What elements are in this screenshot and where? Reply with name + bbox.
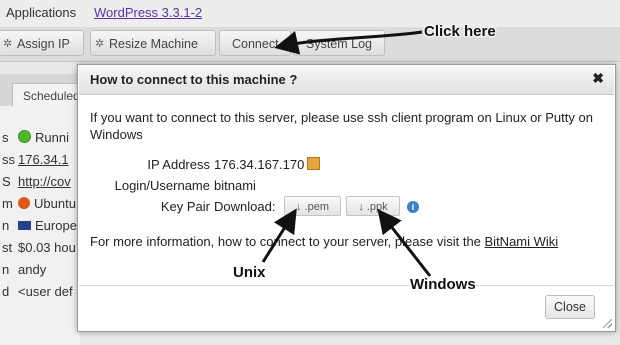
owner-value: andy <box>18 262 47 277</box>
dialog-header: How to connect to this machine ? ✖ <box>79 66 614 95</box>
system-log-label: System Log <box>306 37 373 51</box>
info-icon[interactable]: i <box>407 201 419 213</box>
machine-details-panel: s Runni ss 176.34.1 S http://cov m Ubunt… <box>0 106 80 345</box>
os-value: Ubuntu <box>34 196 76 211</box>
detail-row-description: d <user def <box>0 284 80 306</box>
gear-icon: ✲ <box>95 38 105 50</box>
detail-row-image: m Ubuntu <box>0 196 80 218</box>
dialog-intro-text: If you want to connect to this server, p… <box>90 110 593 142</box>
connect-button[interactable]: Connect <box>219 30 291 56</box>
connect-label: Connect <box>232 37 279 51</box>
copy-icon[interactable] <box>307 157 321 170</box>
assign-ip-button[interactable]: ✲ Assign IP <box>0 30 84 56</box>
download-label: Download: <box>214 199 276 214</box>
detail-key: n <box>2 262 10 277</box>
more-info-text: For more information, how to connect to … <box>90 234 602 250</box>
machine-toolbar: ✲ Assign IP ✲ Resize Machine Connect Sys… <box>0 27 620 62</box>
ip-address-label: IP Address <box>147 157 210 172</box>
close-icon[interactable]: ✖ <box>592 70 604 87</box>
description-value: <user def <box>18 284 73 299</box>
detail-row-ip: ss 176.34.1 <box>0 152 80 174</box>
download-ppk-label: .ppk <box>366 201 388 213</box>
dns-link[interactable]: http://cov <box>18 174 71 189</box>
status-value: Runni <box>35 130 69 145</box>
unix-annotation: Unix <box>233 264 266 281</box>
download-arrow-icon: ↓ <box>295 201 302 213</box>
detail-key: ss <box>2 152 15 167</box>
assign-ip-label: Assign IP <box>17 37 70 51</box>
detail-row-owner: n andy <box>0 262 80 284</box>
detail-key: n <box>2 218 10 233</box>
detail-key: S <box>2 174 11 189</box>
cost-value: $0.03 hou <box>18 240 76 255</box>
windows-annotation: Windows <box>410 276 476 293</box>
system-log-button[interactable]: System Log <box>293 30 385 56</box>
ip-address-value: 176.34.167.170 <box>214 157 305 172</box>
eu-flag-icon <box>18 221 31 230</box>
resize-machine-button[interactable]: ✲ Resize Machine <box>90 30 216 56</box>
ip-address-value-group: 176.34.167.170 <box>214 157 321 172</box>
login-value: bitnami <box>214 178 256 193</box>
detail-row-cost: st $0.03 hou <box>0 240 80 262</box>
region-value: Europe <box>35 218 77 233</box>
download-pem-button[interactable]: ↓ .pem <box>284 196 341 216</box>
detail-key: d <box>2 284 10 299</box>
detail-key: m <box>2 196 13 211</box>
close-button[interactable]: Close <box>545 295 595 319</box>
ip-link[interactable]: 176.34.1 <box>18 152 69 167</box>
wordpress-app-link[interactable]: WordPress 3.3.1-2 <box>94 5 202 20</box>
login-label: Login/Username <box>114 178 210 193</box>
detail-row-region: n Europe <box>0 218 80 240</box>
dialog-title: How to connect to this machine ? <box>90 72 298 87</box>
top-header: Applications WordPress 3.3.1-2 <box>0 0 620 27</box>
resize-handle-icon[interactable] <box>603 319 612 328</box>
resize-machine-label: Resize Machine <box>109 37 198 51</box>
click-here-annotation: Click here <box>424 23 496 40</box>
detail-key: st <box>2 240 13 255</box>
more-info-prefix: For more information, how to connect to … <box>90 234 485 249</box>
gear-icon: ✲ <box>3 38 13 50</box>
download-ppk-button[interactable]: ↓ .ppk <box>346 196 400 216</box>
dialog-footer-divider <box>79 285 614 286</box>
detail-key: s <box>2 130 9 145</box>
detail-row-status: s Runni <box>0 130 80 152</box>
bitnami-wiki-link[interactable]: BitNami Wiki <box>485 234 559 249</box>
detail-row-dns: S http://cov <box>0 174 80 196</box>
download-arrow-icon: ↓ <box>358 201 364 213</box>
ubuntu-icon <box>18 197 30 209</box>
applications-label: Applications <box>6 5 77 20</box>
status-running-icon <box>18 130 31 143</box>
download-pem-label: .pem <box>304 201 330 213</box>
connect-dialog: How to connect to this machine ? ✖ If yo… <box>77 64 616 332</box>
key-pair-label: Key Pair <box>160 199 210 214</box>
